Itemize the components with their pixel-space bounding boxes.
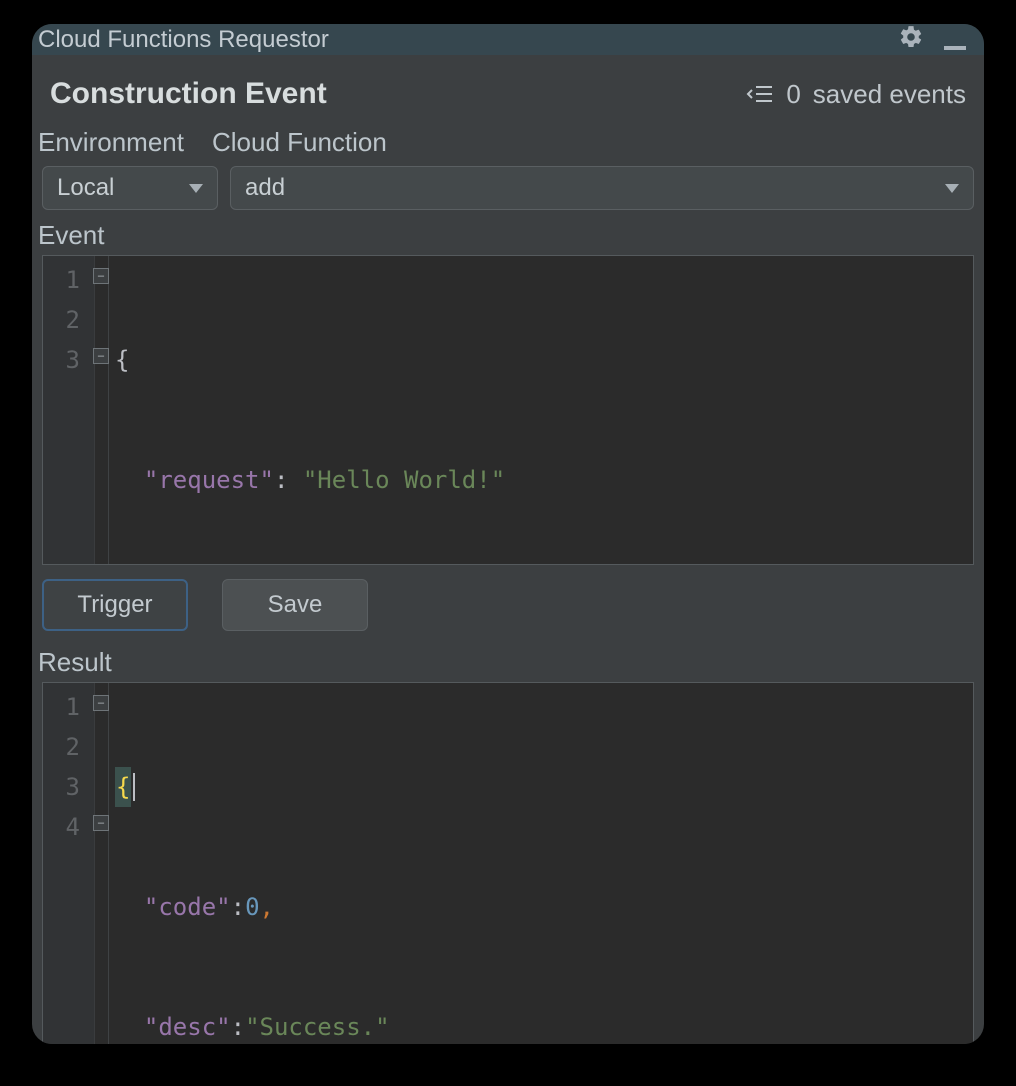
list-icon [746, 83, 774, 105]
event-code[interactable]: { "request": "Hello World!" } [109, 256, 973, 564]
line-number: 2 [43, 727, 94, 767]
line-number: 2 [43, 300, 94, 340]
line-number: 1 [43, 687, 94, 727]
gear-icon[interactable] [898, 24, 924, 55]
line-number: 4 [43, 807, 94, 847]
code-token: : [274, 460, 303, 500]
tool-window: Cloud Functions Requestor Construction E… [32, 24, 984, 1044]
save-button[interactable]: Save [222, 579, 368, 631]
result-gutter: 1 2 3 4 [43, 683, 95, 1044]
line-number: 3 [43, 340, 94, 380]
titlebar: Cloud Functions Requestor [32, 24, 984, 55]
event-gutter: 1 2 3 [43, 256, 95, 564]
trigger-button[interactable]: Trigger [42, 579, 188, 631]
code-token: "request" [144, 460, 274, 500]
code-token: , [260, 887, 274, 927]
code-token: { [115, 767, 131, 807]
code-token: : [231, 1007, 245, 1044]
fold-column: − − [95, 683, 109, 1044]
event-label: Event [36, 210, 980, 255]
selects-row: Local add [36, 166, 980, 210]
fold-column: − − [95, 256, 109, 564]
saved-events-link[interactable]: 0 saved events [746, 79, 966, 110]
code-token: "desc" [144, 1007, 231, 1044]
select-labels: Environment Cloud Function [36, 121, 980, 166]
code-token: "Success." [245, 1007, 390, 1044]
environment-select[interactable]: Local [42, 166, 218, 210]
event-editor[interactable]: 1 2 3 − − { "request": "Hello World!" } [42, 255, 974, 565]
section-title: Construction Event [50, 77, 327, 111]
saved-events-label: saved events [813, 79, 966, 110]
line-number: 1 [43, 260, 94, 300]
cloud-function-value: add [245, 174, 285, 202]
code-token: 0 [245, 887, 259, 927]
code-token: "code" [144, 887, 231, 927]
content-area: Construction Event 0 saved events Enviro… [32, 55, 984, 1044]
code-token: { [115, 340, 129, 380]
result-code[interactable]: { "code":0, "desc":"Success." } [109, 683, 973, 1044]
save-button-label: Save [268, 591, 323, 619]
caret [133, 773, 135, 801]
titlebar-actions [898, 24, 966, 55]
minimize-icon[interactable] [944, 46, 966, 50]
environment-label: Environment [38, 127, 184, 158]
fold-close-icon[interactable]: − [93, 348, 109, 364]
cloud-function-select[interactable]: add [230, 166, 974, 210]
result-label: Result [36, 637, 980, 682]
fold-close-icon[interactable]: − [93, 815, 109, 831]
trigger-button-label: Trigger [77, 591, 152, 619]
cloud-function-label: Cloud Function [212, 127, 387, 158]
saved-events-count: 0 [786, 79, 800, 110]
result-editor[interactable]: 1 2 3 4 − − { "code":0, "desc":"Success.… [42, 682, 974, 1044]
titlebar-title: Cloud Functions Requestor [38, 26, 329, 54]
code-token: : [231, 887, 245, 927]
environment-value: Local [57, 174, 114, 202]
code-token: "Hello World!" [303, 460, 505, 500]
fold-open-icon[interactable]: − [93, 695, 109, 711]
chevron-down-icon [945, 184, 959, 193]
line-number: 3 [43, 767, 94, 807]
section-header: Construction Event 0 saved events [36, 55, 980, 121]
button-row: Trigger Save [36, 565, 980, 637]
fold-open-icon[interactable]: − [93, 268, 109, 284]
chevron-down-icon [189, 184, 203, 193]
